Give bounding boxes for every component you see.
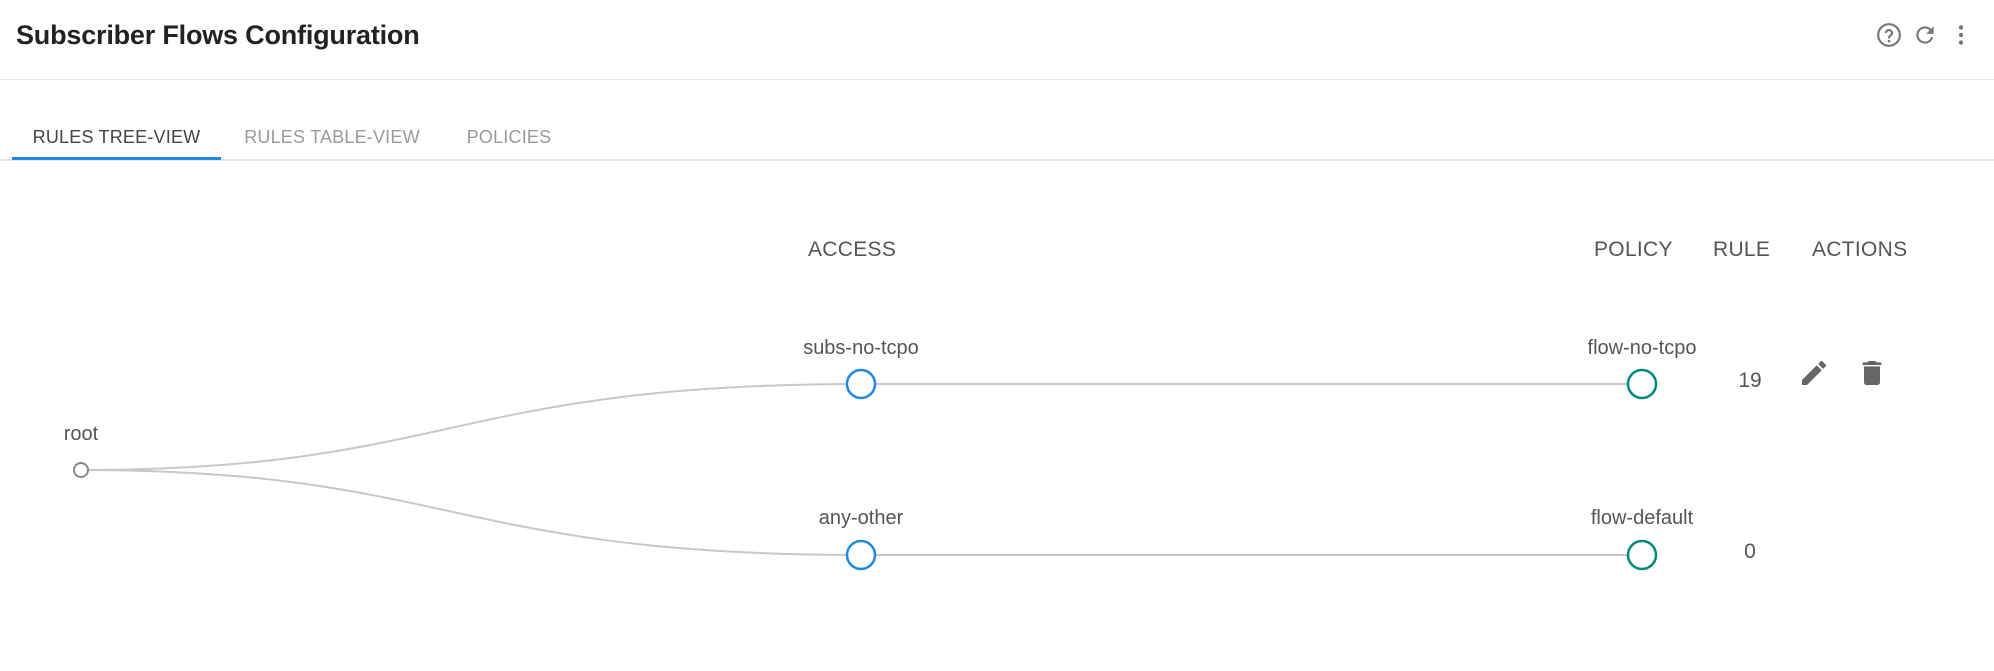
rule-number: 19 [1738, 369, 1762, 392]
root-node-label: root [63, 423, 99, 445]
access-node [845, 368, 877, 400]
rule-number: 0 [1744, 540, 1756, 563]
root-node [73, 462, 89, 478]
rules-tree [73, 368, 1658, 571]
policy-node-label[interactable]: flow-default [1591, 507, 1693, 530]
access-node-label[interactable]: subs-no-tcpo [803, 337, 919, 360]
access-node [845, 539, 877, 571]
policy-node-label[interactable]: flow-no-tcpo [1588, 337, 1697, 360]
tree-link [80, 383, 862, 471]
edit-icon[interactable] [1796, 355, 1832, 391]
tree-link [80, 469, 862, 556]
policy-node [1626, 539, 1658, 571]
policy-node [1626, 368, 1658, 400]
delete-icon[interactable] [1854, 355, 1890, 391]
access-node-label[interactable]: any-other [819, 507, 904, 530]
